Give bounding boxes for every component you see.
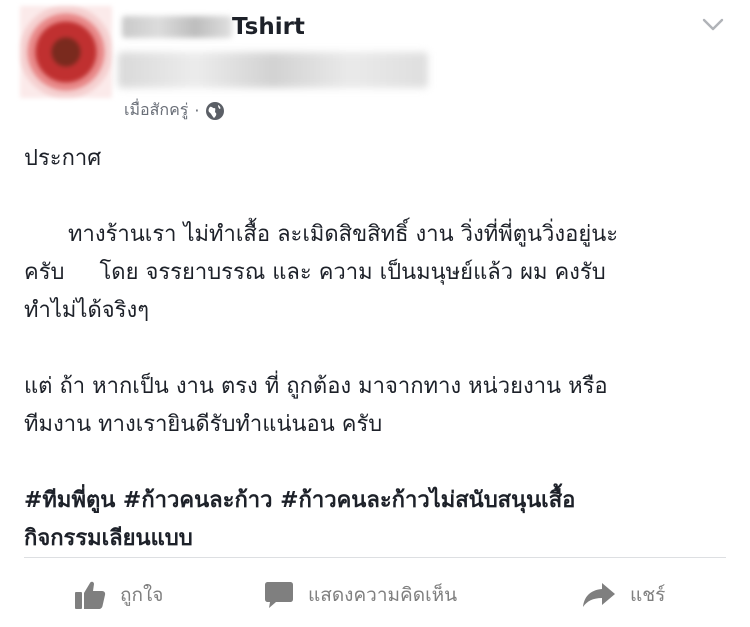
post-body: ประกาศ ทางร้านเรา ไม่ทำเสื้อ ละเมิดสิขสิ…	[24, 140, 724, 558]
post-meta: เมื่อสักครู่ ·	[124, 98, 225, 123]
like-button[interactable]: ถูกใจ	[74, 580, 163, 610]
like-label: ถูกใจ	[120, 584, 164, 606]
share-arrow-icon	[583, 583, 615, 607]
redacted-page-name	[122, 16, 232, 38]
share-button[interactable]: แชร์	[582, 580, 665, 610]
post-heading: ประกาศ	[24, 146, 102, 171]
action-bar: ถูกใจ แสดงความคิดเห็น แชร์	[0, 570, 750, 626]
comment-label: แสดงความคิดเห็น	[308, 584, 458, 606]
hashtag-line[interactable]: กิจกรรมเลียนแบบ	[24, 520, 724, 558]
share-label: แชร์	[630, 584, 666, 606]
post-text-line: แต่ ถ้า หากเป็น งาน ตรง ที่ ถูกต้อง มาจา…	[24, 374, 608, 399]
meta-separator: ·	[194, 101, 200, 120]
post-timestamp[interactable]: เมื่อสักครู่	[124, 98, 188, 123]
thumbs-up-icon	[75, 581, 106, 609]
page-name[interactable]: Tshirt	[232, 14, 305, 40]
post-text-line: ทำไม่ได้จริงๆ	[24, 298, 150, 323]
hashtag-line[interactable]: #ทีมพี่ตูน #ก้าวคนละก้าว #ก้าวคนละก้าวไม…	[24, 482, 724, 520]
post-text-line: ครับ โดย จรรยาบรรณ และ ความ เป็นมนุษย์แล…	[24, 260, 606, 285]
divider	[24, 557, 726, 558]
comment-icon	[265, 582, 293, 608]
chevron-down-icon[interactable]	[702, 18, 724, 32]
redacted-subtitle	[118, 52, 428, 88]
post-text-line: ทางร้านเรา ไม่ทำเสื้อ ละเมิดสิขสิทธิ์ งา…	[68, 222, 619, 247]
comment-button[interactable]: แสดงความคิดเห็น	[264, 580, 457, 610]
globe-icon[interactable]	[205, 101, 225, 121]
post-text-line: ทีมงาน ทางเรายินดีรับทำแน่นอน ครับ	[24, 412, 383, 437]
page-avatar[interactable]	[20, 6, 112, 98]
